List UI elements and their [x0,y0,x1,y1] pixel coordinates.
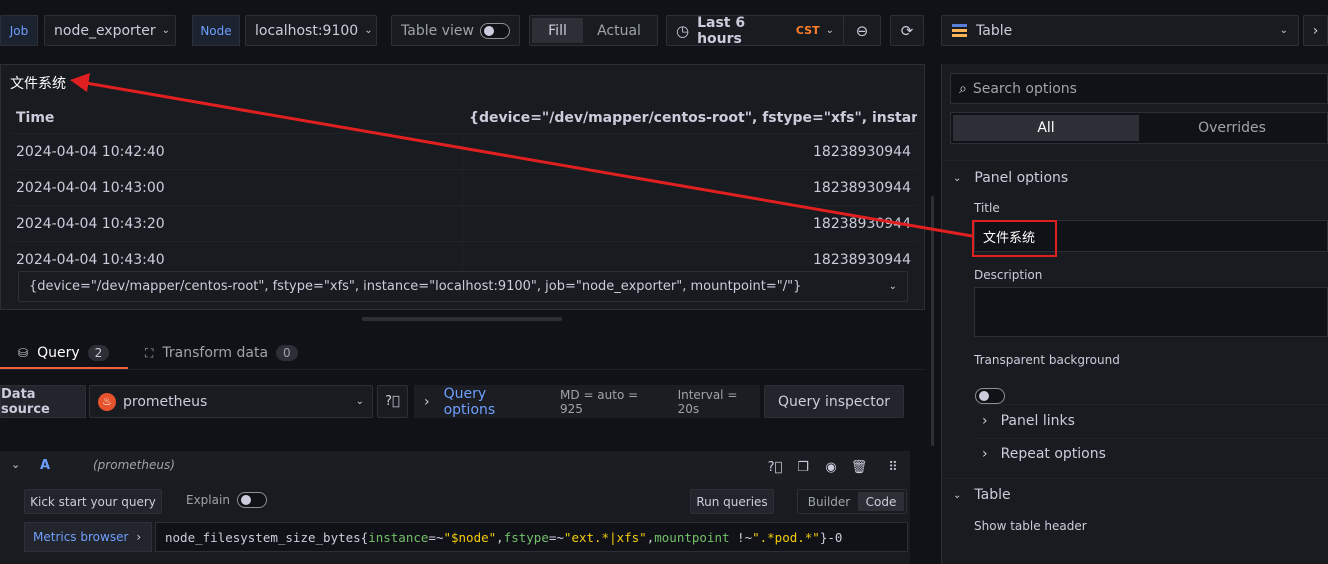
annotation-arrow [70,73,973,238]
